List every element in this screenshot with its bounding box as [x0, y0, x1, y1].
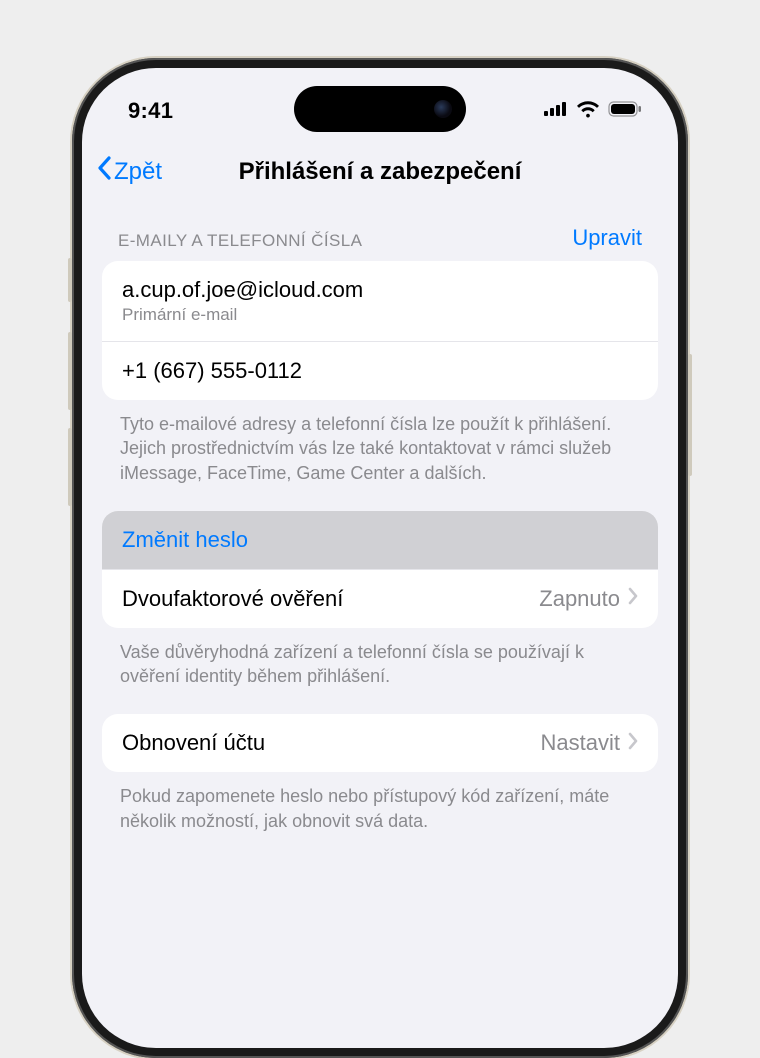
volume-switch	[68, 258, 72, 302]
contacts-header-label: E-MAILY A TELEFONNÍ ČÍSLA	[118, 231, 362, 251]
back-label: Zpět	[114, 158, 162, 186]
volume-up-button	[68, 332, 72, 410]
dynamic-island	[294, 86, 466, 132]
nav-bar: Zpět Přihlášení a zabezpečení	[82, 132, 678, 211]
chevron-right-icon	[628, 732, 638, 755]
contacts-section-header: E-MAILY A TELEFONNÍ ČÍSLA Upravit	[102, 211, 658, 261]
cellular-icon	[544, 101, 568, 121]
edit-button[interactable]: Upravit	[572, 225, 642, 251]
front-camera	[434, 100, 452, 118]
email-row[interactable]: a.cup.of.joe@icloud.com Primární e-mail	[102, 261, 658, 341]
two-factor-row[interactable]: Dvoufaktorové ověření Zapnuto	[102, 569, 658, 628]
account-recovery-label: Obnovení účtu	[122, 730, 265, 756]
recovery-card: Obnovení účtu Nastavit	[102, 714, 658, 772]
page-title: Přihlášení a zabezpečení	[82, 158, 678, 186]
account-recovery-row[interactable]: Obnovení účtu Nastavit	[102, 714, 658, 772]
chevron-right-icon	[628, 587, 638, 610]
recovery-footer: Pokud zapomenete heslo nebo přístupový k…	[102, 772, 658, 859]
chevron-left-icon	[96, 156, 112, 187]
status-time: 9:41	[128, 98, 173, 124]
change-password-row[interactable]: Změnit heslo	[102, 511, 658, 569]
battery-icon	[608, 101, 642, 122]
wifi-icon	[576, 100, 600, 123]
volume-down-button	[68, 428, 72, 506]
power-button	[688, 354, 692, 476]
email-value: a.cup.of.joe@icloud.com	[122, 277, 363, 303]
two-factor-value: Zapnuto	[539, 586, 620, 612]
account-recovery-value: Nastavit	[541, 730, 620, 756]
phone-row[interactable]: +1 (667) 555-0112	[102, 341, 658, 400]
phone-frame: 9:41 Zpět Přihlášení a zabezpeč	[72, 58, 688, 1058]
contacts-card: a.cup.of.joe@icloud.com Primární e-mail …	[102, 261, 658, 400]
change-password-label: Změnit heslo	[122, 527, 248, 553]
email-sub: Primární e-mail	[122, 305, 363, 325]
contacts-footer: Tyto e-mailové adresy a telefonní čísla …	[102, 400, 658, 511]
status-icons	[544, 100, 642, 123]
phone-screen: 9:41 Zpět Přihlášení a zabezpeč	[82, 68, 678, 1048]
content: E-MAILY A TELEFONNÍ ČÍSLA Upravit a.cup.…	[82, 211, 678, 899]
two-factor-label: Dvoufaktorové ověření	[122, 586, 343, 612]
security-card: Změnit heslo Dvoufaktorové ověření Zapnu…	[102, 511, 658, 628]
phone-value: +1 (667) 555-0112	[122, 358, 302, 384]
security-footer: Vaše důvěryhodná zařízení a telefonní čí…	[102, 628, 658, 715]
back-button[interactable]: Zpět	[96, 156, 162, 187]
